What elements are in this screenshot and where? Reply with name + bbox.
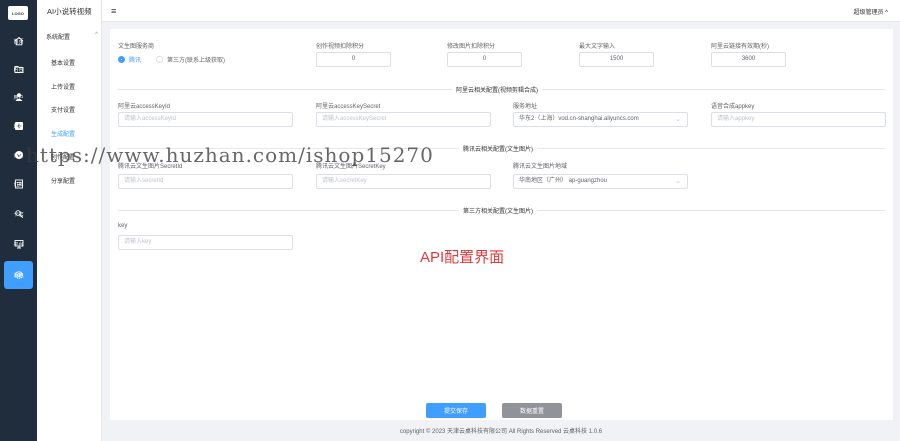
image-points-label: 修改图片扣除积分 [447,44,496,50]
radio-dot [118,56,125,63]
image-points-input[interactable]: 0 [447,52,522,67]
sidebar-item-generation[interactable]: 生成配置 [51,129,75,138]
config-form-card: 文生图服务商 腾讯 第三方(联系上级获取) 创作视频扣除积分 0 修改图片扣除积… [110,29,893,420]
aliyun-keyid-label: 阿里云accessKeyId [118,104,171,110]
rail-item-topics[interactable]: 题材 [0,113,37,139]
reset-data-button[interactable]: 数据重置 [502,403,562,418]
aliyun-secret-input[interactable]: 请输入accessKeySecret [316,112,491,127]
third-key-label: key [118,223,128,229]
settings-sidebar: AI小说转视频 系统配置 ^ 基本设置 上传设置 支付设置 生成配置 创作配置 … [37,0,102,441]
service-address-select[interactable]: 华东2（上海）vod.cn-shanghai.aliyuncs.com ⌄ [513,112,688,127]
sidebar-item-creation[interactable]: 创作配置 [51,152,75,161]
chevron-up-icon: ^ [95,32,98,38]
tencent-region-select[interactable]: 华南地区（广州） ap-guangzhou ⌄ [513,174,688,189]
max-text-label: 最大文字输入 [579,44,616,50]
rail-item-content[interactable]: 内容 [0,56,37,82]
tencent-secretkey-label: 腾讯云文生图片SecretKey [316,164,386,170]
sidebar-item-upload[interactable]: 上传设置 [51,82,75,91]
tencent-region-value: 华南地区（广州） ap-guangzhou [519,178,608,184]
service-address-value: 华东2（上海）vod.cn-shanghai.aliyuncs.com [519,116,639,122]
logo-text: LOGO [12,10,24,16]
third-key-input[interactable]: 请输入key [118,235,293,250]
rail-label: 用户 [13,95,24,101]
footer-copyright: copyright © 2023 天津云桌科技有限公司 All Rights R… [399,429,603,435]
chevron-down-icon: ⌄ [675,178,681,185]
provider-label: 文生图服务商 [118,44,155,50]
rail-item-platform[interactable]: 平台 [0,231,37,257]
max-text-input[interactable]: 1500 [579,52,654,67]
radio-tencent[interactable]: 腾讯 [118,55,141,64]
tencent-region-label: 腾讯云文生图片地域 [513,164,568,170]
link-expiry-input[interactable]: 3600 [711,52,786,67]
rail-label: 卡密 [13,212,24,218]
radio-label: 第三方(联系上级获取) [167,58,225,64]
video-points-input[interactable]: 0 [316,52,391,67]
sidebar-item-share[interactable]: 分享配置 [51,176,75,185]
sidebar-item-payment[interactable]: 支付设置 [51,105,75,114]
tencent-secretkey-input[interactable]: 请输入secretKey [316,174,491,189]
aliyun-keyid-input[interactable]: 请输入accessKeyId [118,112,293,127]
top-header: ≡ 超级管理员 ^ [102,0,900,22]
rail-item-vip[interactable]: 会员 [0,142,37,168]
video-points-label: 创作视频扣除积分 [316,44,365,50]
sidebar-group-label: 系统配置 [46,35,71,41]
rail-item-orders[interactable]: 订单 [0,171,37,197]
tencent-secretid-input[interactable]: 请输入secretId [118,174,293,189]
admin-label: 超级管理员 [853,10,884,16]
icon-rail: LOGO 首页 内容 用户 题材 会员 订单 卡密 平台 系统 [0,0,37,441]
app-logo: LOGO [8,6,28,20]
rail-label: 平台 [13,242,24,248]
link-expiry-label: 阿里云链接有效期(秒) [711,44,769,50]
tencent-secretid-label: 腾讯云文生图片SecretId [118,164,183,170]
chevron-up-icon: ^ [885,10,888,16]
rail-item-system[interactable]: 系统 [4,261,33,289]
app-title: AI小说转视频 [47,7,92,16]
rail-item-cards[interactable]: 卡密 [0,201,37,227]
radio-third-party[interactable]: 第三方(联系上级获取) [156,55,225,64]
radio-dot [156,56,163,63]
tencent-section-title: 腾讯云相关配置(文生图片) [459,144,537,153]
api-config-annotation: API配置界面 [420,249,505,266]
aliyun-section-title: 阿里云相关配置(视频剪辑合成) [452,85,542,94]
submit-save-button[interactable]: 提交保存 [426,403,486,418]
rail-item-users[interactable]: 用户 [0,84,37,110]
sidebar-group-system[interactable]: 系统配置 ^ [46,32,98,41]
rail-label: 题材 [13,124,24,130]
admin-dropdown[interactable]: 超级管理员 ^ [853,7,888,16]
service-address-label: 服务地址 [513,104,538,110]
rail-item-home[interactable]: 首页 [0,28,37,54]
rail-label: 会员 [13,153,24,159]
rail-label: 订单 [13,182,24,188]
rail-label: 首页 [13,39,24,45]
rail-label: 内容 [13,67,24,73]
tts-appkey-label: 语音合成appkey [711,104,755,110]
chevron-down-icon: ⌄ [675,116,681,123]
rail-label: 系统 [13,273,24,279]
third-party-section-title: 第三方相关配置(文生图片) [459,206,537,215]
sidebar-item-basic[interactable]: 基本设置 [51,58,75,67]
aliyun-secret-label: 阿里云accessKeySecret [316,104,381,110]
tts-appkey-input[interactable]: 请输入appkey [711,112,886,127]
menu-toggle-icon[interactable]: ≡ [111,6,116,16]
radio-label: 腾讯 [129,58,142,64]
